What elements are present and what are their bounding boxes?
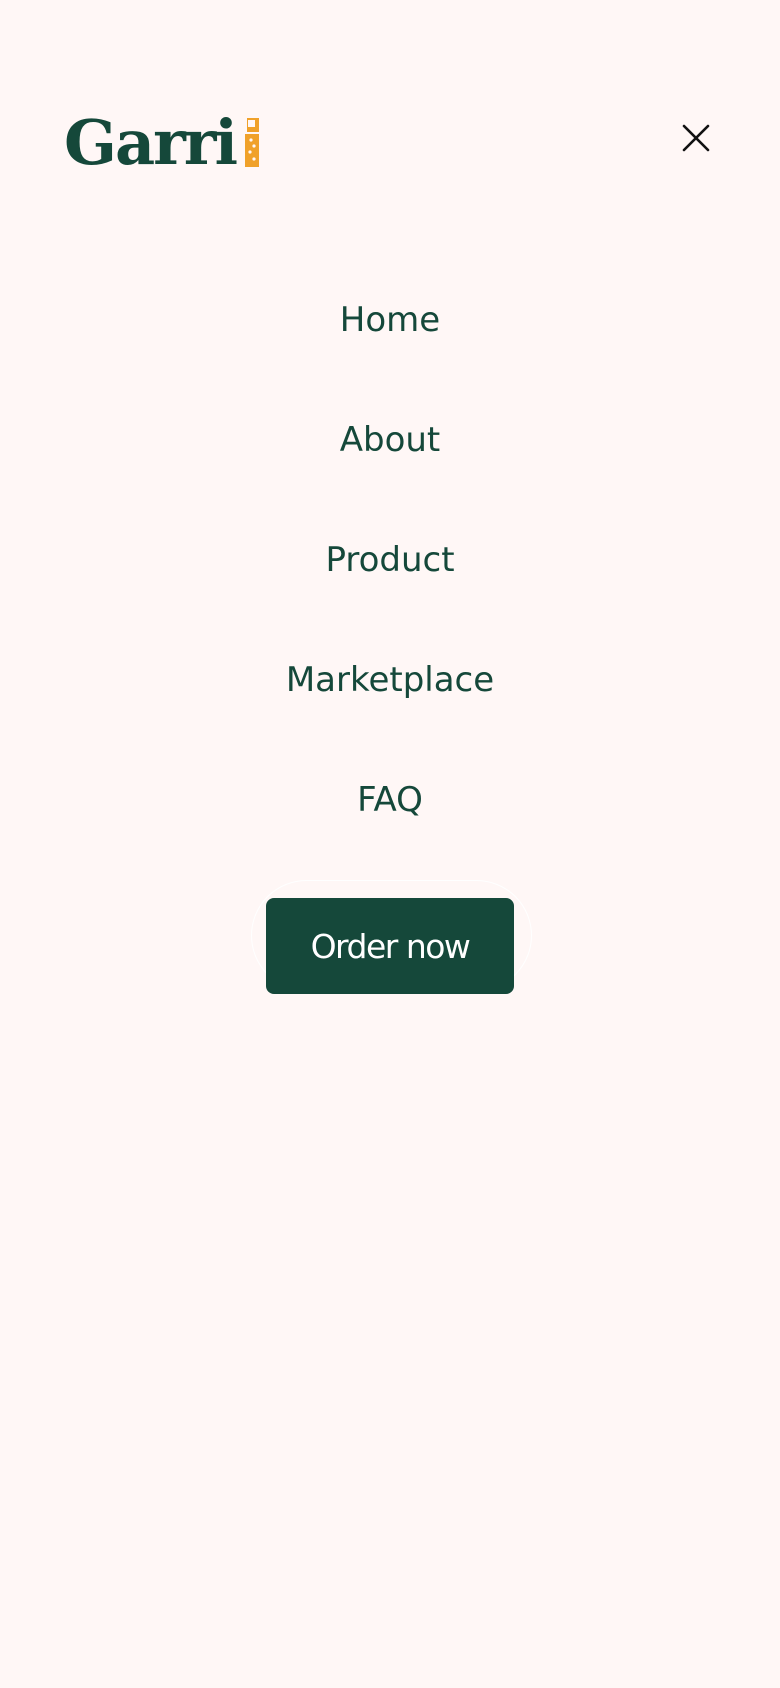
mobile-nav-menu: Home About Product Marketplace FAQ	[0, 260, 780, 860]
logo-wordmark: Garri	[64, 114, 237, 168]
order-now-button[interactable]: Order now	[266, 898, 514, 994]
nav-item-about[interactable]: About	[0, 380, 780, 500]
nav-item-faq[interactable]: FAQ	[0, 740, 780, 860]
nav-item-home[interactable]: Home	[0, 260, 780, 380]
nav-item-product[interactable]: Product	[0, 500, 780, 620]
garri-logo[interactable]: Garri	[64, 114, 260, 168]
close-menu-button[interactable]	[676, 118, 716, 158]
close-icon	[682, 124, 710, 152]
nav-item-marketplace[interactable]: Marketplace	[0, 620, 780, 740]
